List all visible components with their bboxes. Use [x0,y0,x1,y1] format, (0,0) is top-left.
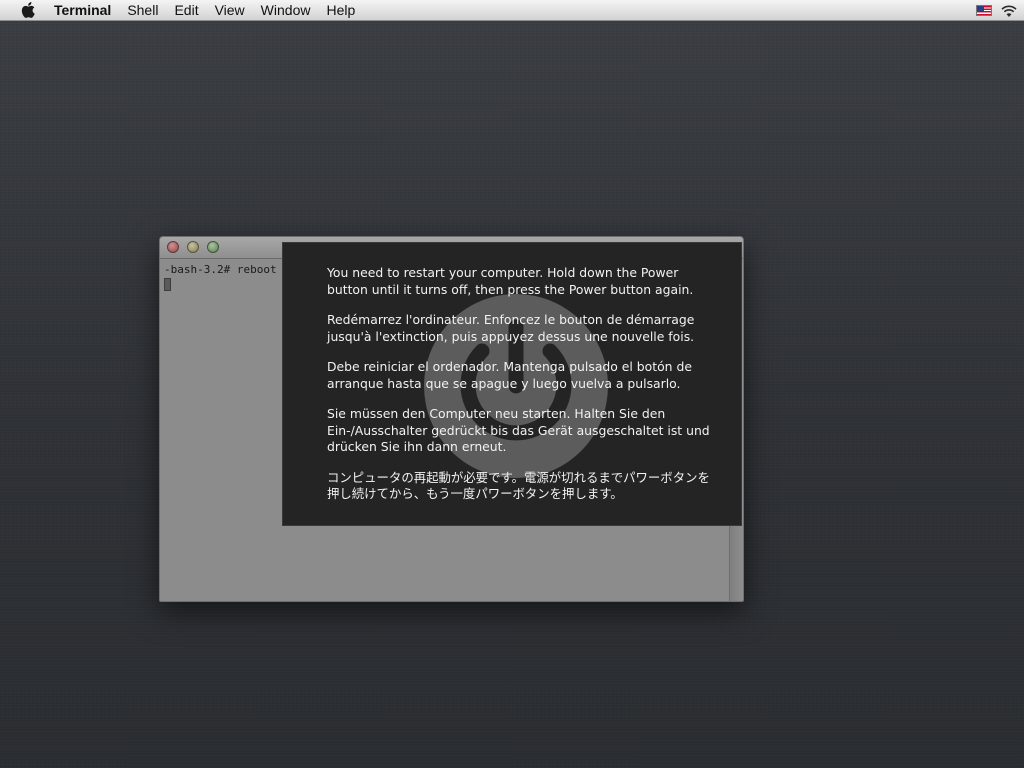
panic-message-german: Sie müssen den Computer neu starten. Hal… [327,406,710,454]
panic-message-french: Redémarrez l'ordinateur. Enfoncez le bou… [327,312,695,344]
menu-help[interactable]: Help [318,0,363,21]
menu-view[interactable]: View [207,0,253,21]
menu-shell[interactable]: Shell [119,0,166,21]
menu-terminal[interactable]: Terminal [46,0,119,21]
panic-message-spanish: Debe reiniciar el ordenador. Mantenga pu… [327,359,692,391]
wifi-icon[interactable] [1000,4,1018,18]
terminal-cursor [164,278,171,291]
zoom-button[interactable] [207,241,219,253]
kernel-panic-dialog: You need to restart your computer. Hold … [282,242,742,526]
apple-menu-icon[interactable] [18,0,38,21]
close-button[interactable] [167,241,179,253]
menu-edit[interactable]: Edit [166,0,206,21]
menubar: Terminal Shell Edit View Window Help [0,0,1024,21]
panic-message-japanese: コンピュータの再起動が必要です。電源が切れるまでパワーボタンを押し続けてから、も… [327,469,710,502]
menu-window[interactable]: Window [253,0,319,21]
panic-message-english: You need to restart your computer. Hold … [327,265,694,297]
menubar-status-area [976,0,1024,21]
us-flag-icon[interactable] [976,5,992,16]
panic-message-block: You need to restart your computer. Hold … [327,265,717,517]
minimize-button[interactable] [187,241,199,253]
